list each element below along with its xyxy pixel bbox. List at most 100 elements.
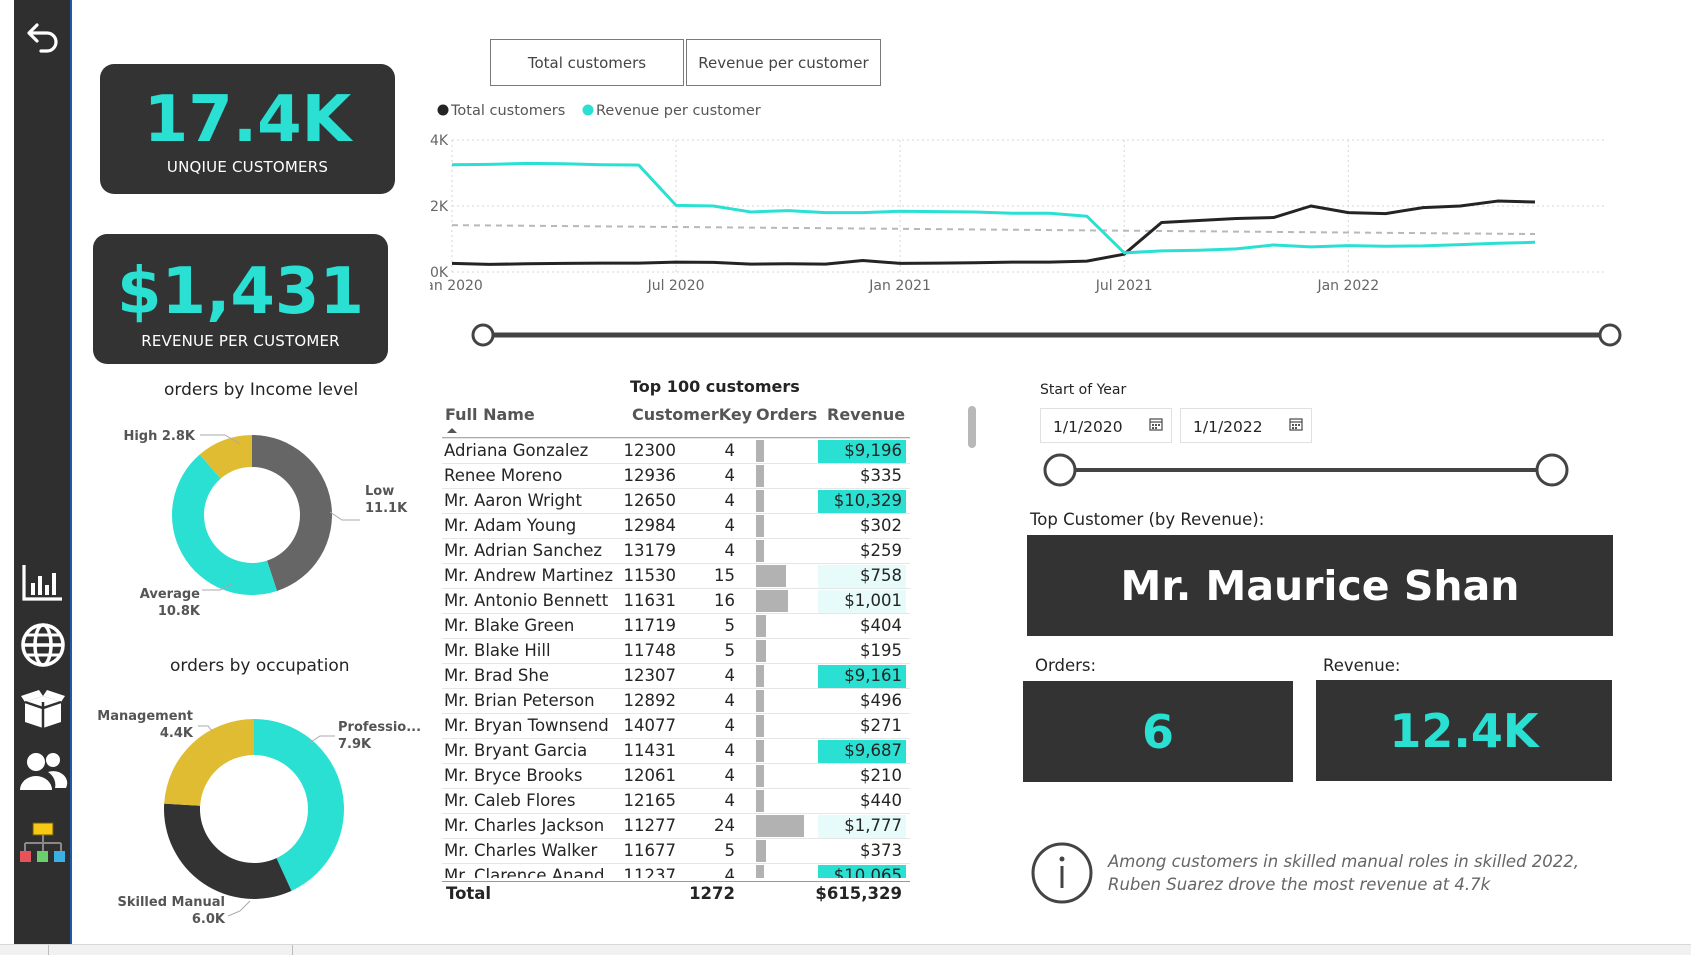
- customer-key-cell: 11237: [623, 866, 677, 878]
- revenue-cell: $758: [860, 566, 902, 585]
- table-row[interactable]: Mr. Caleb Flores 12165 4 $440: [442, 788, 910, 813]
- start-date-input[interactable]: 1/1/2020: [1040, 408, 1172, 443]
- table-row[interactable]: Mr. Blake Green 11719 5 $404: [442, 613, 910, 638]
- revenue-cell: $335: [860, 466, 902, 485]
- orders-cell: 4: [724, 741, 736, 760]
- calendar-icon[interactable]: [1289, 417, 1303, 431]
- table-row[interactable]: Mr. Aaron Wright 12650 4 $10,329: [442, 488, 910, 513]
- table-row[interactable]: Mr. Bryan Townsend 14077 4 $271: [442, 713, 910, 738]
- orders-data-bar: [756, 565, 786, 587]
- orders-data-bar: [756, 665, 764, 687]
- customer-name-cell: Mr. Bryan Townsend: [444, 716, 609, 735]
- table-row[interactable]: Mr. Charles Jackson 11277 24 $1,777: [442, 813, 910, 838]
- column-header-customer-key[interactable]: CustomerKey: [632, 405, 752, 424]
- table-scrollbar[interactable]: [968, 406, 976, 448]
- series-line[interactable]: [451, 199, 1536, 266]
- table-row[interactable]: Mr. Bryant Garcia 11431 4 $9,687: [442, 738, 910, 763]
- column-header-full-name[interactable]: Full Name: [445, 405, 535, 424]
- customer-name-cell: Adriana Gonzalez: [444, 441, 589, 460]
- table-row[interactable]: Mr. Blake Hill 11748 5 $195: [442, 638, 910, 663]
- globe-icon[interactable]: [18, 620, 68, 670]
- tab-revenue-per-customer[interactable]: Revenue per customer: [686, 39, 881, 86]
- revenue-cell: $9,161: [844, 666, 902, 685]
- package-icon[interactable]: [18, 683, 68, 733]
- customer-key-cell: 12936: [623, 466, 677, 485]
- table-row[interactable]: Mr. Antonio Bennett 11631 16 $1,001: [442, 588, 910, 613]
- end-date-input[interactable]: 1/1/2022: [1180, 408, 1312, 443]
- bar-chart-icon[interactable]: [18, 558, 68, 608]
- table-row[interactable]: Renee Moreno 12936 4 $335: [442, 463, 910, 488]
- customer-name-cell: Mr. Adam Young: [444, 516, 577, 535]
- leader-line: [329, 511, 360, 521]
- revenue-cell: $302: [860, 516, 902, 535]
- legend-label: Revenue per customer: [596, 103, 761, 119]
- table-row[interactable]: Mr. Brian Peterson 12892 4 $496: [442, 688, 910, 713]
- customers-line-chart[interactable]: Total customers Revenue per customer4K2K0…: [430, 96, 1630, 356]
- customer-key-cell: 12300: [623, 441, 677, 460]
- table-row[interactable]: Mr. Brad She 12307 4 $9,161: [442, 663, 910, 688]
- donut-value-label: 4.4K: [160, 726, 194, 741]
- customer-key-cell: 12061: [623, 766, 677, 785]
- chart-range-end-handle[interactable]: [1598, 323, 1622, 347]
- donut-label: Skilled Manual: [118, 895, 225, 910]
- legend-label: Total customers: [450, 103, 565, 119]
- customer-name-cell: Mr. Caleb Flores: [444, 791, 576, 810]
- customer-name-cell: Mr. Bryant Garcia: [444, 741, 588, 760]
- customer-name-cell: Renee Moreno: [444, 466, 563, 485]
- date-slider-end-handle[interactable]: [1535, 453, 1569, 487]
- table-row[interactable]: Mr. Andrew Martinez 11530 15 $758: [442, 563, 910, 588]
- column-header-revenue[interactable]: Revenue: [827, 405, 905, 424]
- table-row[interactable]: Mr. Adrian Sanchez 13179 4 $259: [442, 538, 910, 563]
- customer-name-cell: Mr. Bryce Brooks: [444, 766, 583, 785]
- customer-key-cell: 11631: [623, 591, 677, 610]
- customer-key-cell: 11431: [623, 741, 677, 760]
- report-page: 17.4K UNQIUE CUSTOMERS $1,431 REVENUE PE…: [0, 0, 1691, 955]
- orders-cell: 5: [724, 841, 736, 860]
- donut-label: Average: [140, 587, 200, 602]
- legend-marker: [582, 104, 594, 116]
- revenue-cell: $9,687: [844, 741, 902, 760]
- users-icon[interactable]: [18, 746, 68, 796]
- column-header-orders[interactable]: Orders: [756, 405, 817, 424]
- donut-slice[interactable]: [164, 803, 292, 899]
- orders-data-bar: [756, 465, 764, 487]
- table-row[interactable]: Mr. Charles Walker 11677 5 $373: [442, 838, 910, 863]
- date-range-slider[interactable]: [1040, 452, 1570, 488]
- chart-range-start-handle[interactable]: [471, 323, 495, 347]
- orders-cell: 4: [724, 466, 736, 485]
- hierarchy-icon[interactable]: [18, 820, 68, 870]
- back-arrow-icon[interactable]: [18, 12, 68, 62]
- calendar-icon[interactable]: [1149, 417, 1163, 431]
- table-row[interactable]: Mr. Adam Young 12984 4 $302: [442, 513, 910, 538]
- orders-data-bar: [756, 590, 788, 612]
- revenue-cell: $496: [860, 691, 902, 710]
- customer-name-cell: Mr. Blake Hill: [444, 641, 551, 660]
- donut-label: Management: [97, 709, 193, 724]
- revenue-cell: $1,001: [844, 591, 902, 610]
- orders-data-bar: [756, 540, 764, 562]
- x-tick-label: Jan 2021: [868, 278, 931, 294]
- total-label: Total: [446, 884, 492, 903]
- table-row[interactable]: Adriana Gonzalez 12300 4 $9,196: [442, 438, 910, 463]
- customer-name-cell: Mr. Brian Peterson: [444, 691, 595, 710]
- revenue-cell: $373: [860, 841, 902, 860]
- date-slider-start-handle[interactable]: [1043, 453, 1077, 487]
- orders-data-bar: [756, 815, 804, 837]
- customer-name-cell: Mr. Charles Jackson: [444, 816, 605, 835]
- customer-key-cell: 12650: [623, 491, 677, 510]
- table-row[interactable]: Mr. Bryce Brooks 12061 4 $210: [442, 763, 910, 788]
- orders-cell: 4: [724, 691, 736, 710]
- income-donut-chart[interactable]: High 2.8K Low 11.1K Average 10.8K: [90, 410, 430, 630]
- customers-table-body: Adriana Gonzalez 12300 4 $9,196 Renee Moreno…: [442, 438, 910, 878]
- table-row[interactable]: Mr. Clarence Anand 11237 4 $10,065: [442, 863, 910, 878]
- top-customer-label: Top Customer (by Revenue):: [1030, 510, 1265, 529]
- orders-data-bar: [756, 865, 764, 878]
- chart-range-slider[interactable]: [470, 320, 1625, 350]
- orders-cell: 4: [724, 541, 736, 560]
- occupation-donut-chart[interactable]: Professio... 7.9K Skilled Manual 6.0K Manage…: [90, 696, 430, 936]
- series-line[interactable]: [451, 161, 1536, 255]
- revenue-cell: $9,196: [844, 441, 902, 460]
- orders-data-bar: [756, 765, 764, 787]
- tab-total-customers[interactable]: Total customers: [490, 39, 684, 86]
- sort-ascending-icon: [447, 428, 457, 433]
